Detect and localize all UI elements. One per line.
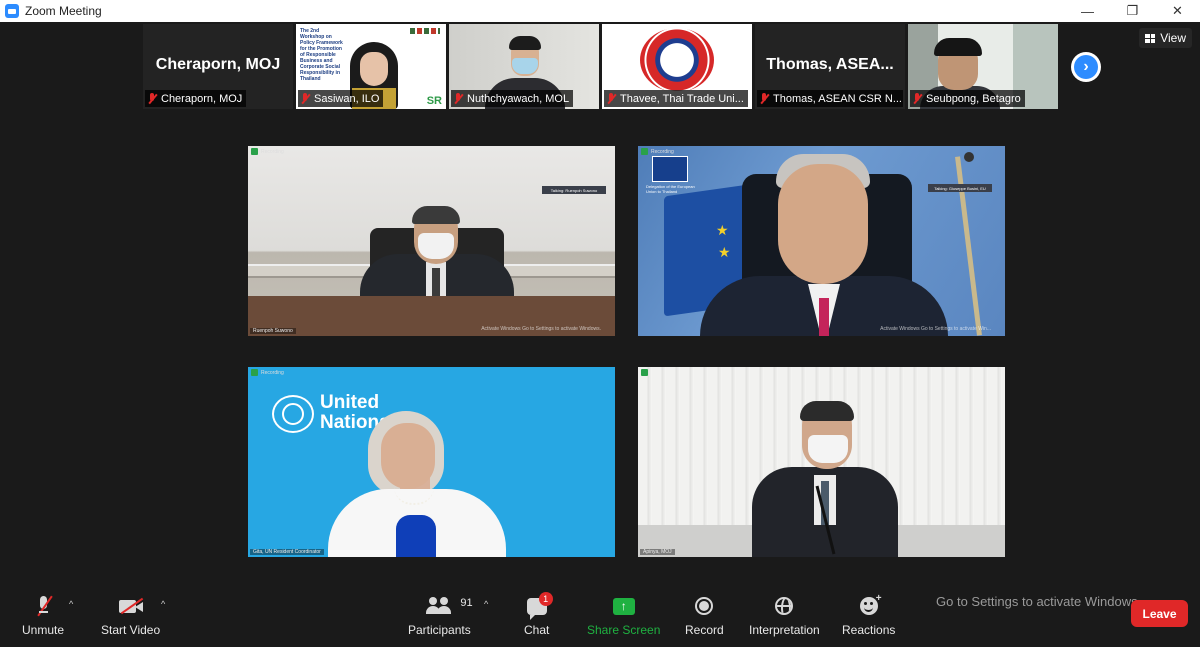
chat-button[interactable]: 1 Chat [524, 591, 553, 637]
recording-indicator: Recording [251, 369, 284, 376]
shield-icon [641, 369, 648, 376]
restore-button[interactable]: ❐ [1110, 0, 1155, 22]
participant-name: Thavee, Thai Trade Uni... [620, 92, 744, 105]
recording-indicator: Recording [641, 148, 674, 155]
muted-mic-icon [300, 92, 310, 105]
video-off-icon [118, 597, 143, 615]
interpretation-button[interactable]: Interpretation [749, 595, 820, 637]
talking-nameplate: Talking: Giuseppe Busini, EU [928, 184, 992, 192]
participant-label: Cheraporn, MOJ [145, 90, 247, 107]
chat-icon: 1 [526, 591, 553, 620]
slide-badge: SR [426, 95, 442, 107]
chevron-right-icon: › [1074, 55, 1098, 79]
shield-icon [251, 369, 258, 376]
muted-mic-icon [606, 92, 616, 105]
share-screen-icon: ↑ [612, 597, 635, 615]
participant-thumbnail[interactable]: Cheraporn, MOJ Cheraporn, MOJ [143, 24, 293, 109]
record-button[interactable]: Record [685, 595, 724, 637]
participant-name: Thomas, ASEAN CSR N... [773, 92, 902, 105]
chat-unread-badge: 1 [538, 591, 553, 606]
zoom-app-icon [5, 4, 19, 18]
next-page-button[interactable]: › [1071, 52, 1101, 82]
participants-options-caret[interactable]: ^ [484, 599, 488, 609]
emblem-text: Delegation of the European Union to Thai… [646, 184, 695, 194]
participant-thumbnail[interactable]: The 2nd Workshop on Policy Framework for… [296, 24, 446, 109]
muted-mic-icon [453, 92, 463, 105]
tile-caption: Apinya, MOJ [640, 549, 675, 555]
activate-windows-watermark: Activate Windows Go to Settings to activ… [481, 326, 601, 332]
workshop-slide-text: The 2nd Workshop on Policy Framework for… [300, 28, 343, 82]
participant-count: 91 [460, 597, 473, 609]
recording-indicator [641, 369, 651, 376]
participant-thumbnail[interactable]: Nuthchyawach, MOL [449, 24, 599, 109]
video-options-caret[interactable]: ^ [161, 599, 165, 609]
participant-display-name: Thomas, ASEA... [766, 56, 894, 73]
flag-star-icon: ★ [716, 222, 729, 238]
reaction-smile-icon: + [859, 593, 882, 615]
participants-button[interactable]: 91 Participants [408, 595, 473, 637]
microphone-off-icon [36, 595, 53, 617]
share-screen-button[interactable]: ↑ Share Screen [587, 595, 660, 637]
participant-display-name: Cheraporn, MOJ [155, 56, 281, 73]
close-button[interactable]: ✕ [1155, 0, 1200, 22]
video-tile[interactable]: Talking: Ruenpoh Suwono Recording Activa… [248, 146, 615, 336]
start-video-button[interactable]: Start Video [101, 595, 160, 637]
unmute-button[interactable]: Unmute [22, 595, 64, 637]
reactions-button[interactable]: + Reactions [842, 593, 895, 637]
video-tile[interactable]: ★ ★ Delegation of the European Union to … [638, 146, 1005, 336]
organisation-logos [410, 28, 440, 34]
globe-icon [775, 597, 794, 615]
muted-mic-icon [759, 92, 769, 105]
participant-thumbnail[interactable]: Thavee, Thai Trade Uni... [602, 24, 752, 109]
flag-star-icon: ★ [718, 244, 731, 260]
video-tile[interactable]: United Nations Recording Gita, UN Reside… [248, 367, 615, 557]
shield-icon [641, 148, 648, 155]
participant-name: Cheraporn, MOJ [161, 92, 243, 105]
muted-mic-icon [912, 92, 922, 105]
participant-label: Nuthchyawach, MOL [451, 90, 574, 107]
minimize-button[interactable]: — [1065, 0, 1110, 22]
un-emblem-icon [272, 395, 314, 433]
window-controls: — ❐ ✕ [1065, 0, 1200, 22]
participant-name: Sasiwan, ILO [314, 92, 380, 105]
shield-icon [251, 148, 258, 155]
tile-caption: Gita, UN Resident Coordinator [250, 549, 324, 555]
recording-indicator: Recording [251, 148, 284, 155]
participant-label: Seubpong, Betagro [910, 90, 1025, 107]
tile-caption: Ruenpoh Suwono [250, 328, 296, 334]
video-tile[interactable]: Apinya, MOJ [638, 367, 1005, 557]
record-icon [695, 597, 714, 615]
participant-name: Nuthchyawach, MOL [467, 92, 570, 105]
activate-windows-notice: Go to Settings to activate Windows. [936, 594, 1142, 609]
meeting-toolbar: Unmute ^ Start Video ^ 91 Participants ^… [0, 585, 1200, 647]
participants-icon [426, 597, 452, 615]
window-title: Zoom Meeting [25, 4, 102, 18]
view-button[interactable]: View [1139, 28, 1192, 48]
activate-windows-watermark: Activate Windows Go to Settings to activ… [880, 326, 991, 332]
participant-thumbnail[interactable]: Thomas, ASEA... Thomas, ASEAN CSR N... [755, 24, 905, 109]
meeting-stage: View Cheraporn, MOJ Cheraporn, MOJ The 2… [0, 22, 1200, 585]
talking-nameplate: Talking: Ruenpoh Suwono [542, 186, 606, 194]
title-bar: Zoom Meeting — ❐ ✕ [0, 0, 1200, 22]
view-button-label: View [1160, 31, 1186, 45]
participant-label: Thomas, ASEAN CSR N... [757, 90, 903, 107]
leave-button[interactable]: Leave [1131, 600, 1188, 627]
grid-view-icon [1145, 33, 1156, 43]
eu-emblem [652, 156, 688, 182]
union-emblem-image [640, 28, 714, 92]
participant-thumbnail[interactable]: Seubpong, Betagro [908, 24, 1058, 109]
participant-label: Thavee, Thai Trade Uni... [604, 90, 748, 107]
muted-mic-icon [147, 92, 157, 105]
participant-name: Seubpong, Betagro [926, 92, 1021, 105]
participant-label: Sasiwan, ILO [298, 90, 384, 107]
audio-options-caret[interactable]: ^ [69, 599, 73, 609]
